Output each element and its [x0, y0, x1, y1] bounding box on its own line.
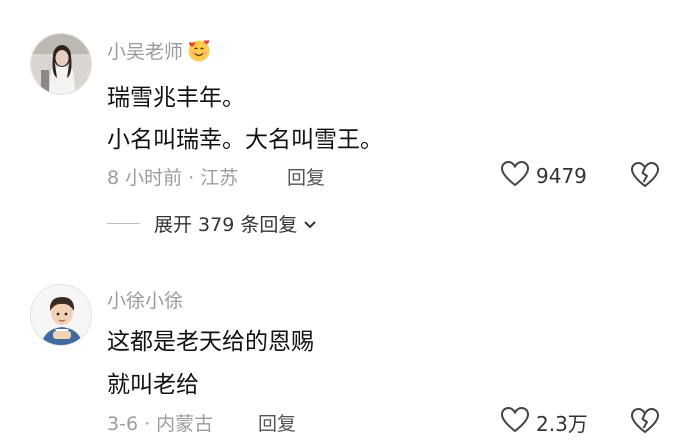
dislike-button[interactable] [630, 407, 660, 437]
heart-outline-icon [500, 406, 530, 438]
username[interactable]: 小徐小徐 [107, 286, 183, 313]
comment-text-line: 这都是老天给的恩赐 [107, 329, 314, 355]
reply-button[interactable]: 回复 [287, 163, 325, 190]
avatar-image [31, 34, 91, 94]
like-button[interactable]: 2.3万 [500, 406, 588, 438]
comment-text-line: 就叫老给 [107, 372, 199, 398]
avatar-image [31, 285, 91, 345]
like-count: 2.3万 [536, 411, 588, 436]
username[interactable]: 小吴老师 [107, 37, 211, 68]
comment-2: 小徐小徐 这都是老天给的恩赐 就叫老给 3-6 · 内蒙古 回复 2.3万 [0, 270, 690, 445]
username-text: 小吴老师 [107, 41, 184, 63]
expand-replies-button[interactable]: 展开 379 条回复 [107, 210, 317, 237]
broken-heart-outline-icon [630, 407, 660, 439]
comment-meta: 8 小时前 · 江苏 [107, 167, 239, 189]
dislike-button[interactable] [630, 161, 660, 191]
avatar[interactable] [30, 33, 92, 95]
comment-meta: 3-6 · 内蒙古 [107, 413, 214, 435]
like-button[interactable]: 9479 [500, 160, 587, 192]
broken-heart-outline-icon [630, 161, 660, 193]
comment-text-line: 小名叫瑞幸。大名叫雪王。 [107, 127, 383, 153]
comment-1: 小吴老师 瑞雪兆丰年。 小名叫瑞幸。大名叫雪王。 8 小时前 · 江苏 回复 9… [0, 0, 690, 270]
expand-replies-label: 展开 379 条回复 [154, 214, 298, 236]
chevron-down-icon [303, 213, 317, 235]
avatar[interactable] [30, 284, 92, 346]
smiling-face-with-hearts-icon [187, 39, 211, 68]
comment-text-line: 瑞雪兆丰年。 [107, 85, 245, 111]
like-count: 9479 [536, 164, 587, 188]
reply-button[interactable]: 回复 [258, 409, 296, 436]
divider [107, 223, 140, 224]
heart-outline-icon [500, 160, 530, 192]
